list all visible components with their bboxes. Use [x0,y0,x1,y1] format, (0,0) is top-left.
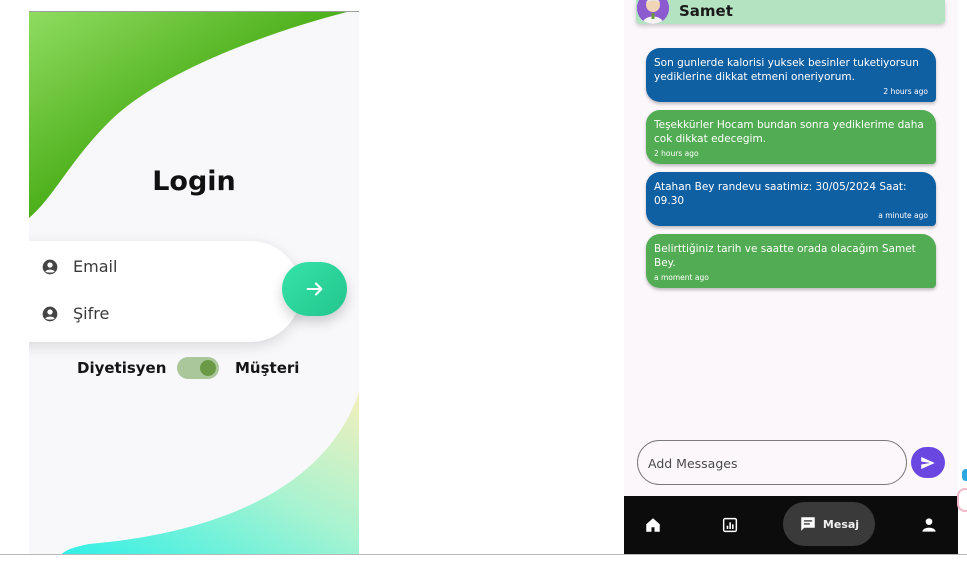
dietitian-option-label: Diyetisyen [77,359,167,377]
bottom-wave [61,392,359,554]
login-title: Login [152,166,236,197]
message-time: 2 hours ago [654,149,699,158]
bottom-navigation: Mesaj [624,496,958,554]
login-submit-button[interactable] [282,262,347,316]
password-field[interactable]: Şifre [42,304,109,323]
message-bubble: Son gunlerde kalorisi yuksek besinler tu… [646,48,936,102]
nav-messages-label: Mesaj [822,517,860,531]
message-time: a moment ago [654,273,709,282]
message-bubble: Teşekkürler Hocam bundan sonra yedikleri… [646,110,936,164]
floating-ring [957,488,967,512]
nav-messages[interactable]: Mesaj [783,502,875,546]
nav-home[interactable] [642,496,664,554]
account-circle-icon [42,306,58,321]
login-form-card: Email Şifre [29,241,301,342]
message-text: Belirttiğiniz tarih ve saatte orada olac… [654,243,916,269]
message-input[interactable] [648,452,888,474]
client-option-label: Müşteri [235,359,300,377]
avatar[interactable] [637,0,669,24]
avatar-illustration [637,0,669,24]
password-label: Şifre [73,304,110,323]
floating-dot [962,469,967,481]
message-time: 2 hours ago [883,87,928,96]
message-time: a minute ago [878,211,928,220]
login-screen: Login Email Şifre Diyetisyen Müşteri [29,11,359,554]
arrow-right-icon [306,282,322,296]
email-field[interactable]: Email [42,257,117,276]
message-bubble: Belirttiğiniz tarih ve saatte orada olac… [646,234,936,288]
contact-name: Samet [679,2,733,20]
message-text: Son gunlerde kalorisi yuksek besinler tu… [654,57,919,83]
chat-icon [801,517,815,531]
chat-screen: Samet Son gunlerde kalorisi yuksek besin… [624,0,958,554]
analytics-icon [722,517,738,533]
nav-profile[interactable] [920,496,938,554]
message-input-container [637,440,907,485]
role-switch-knob [200,360,216,376]
send-button[interactable] [911,447,945,478]
home-icon [646,518,660,532]
role-switch[interactable] [177,357,219,379]
message-text: Atahan Bey randevu saatimiz: 30/05/2024 … [654,181,907,207]
message-text: Teşekkürler Hocam bundan sonra yedikleri… [654,119,924,145]
email-label: Email [73,257,118,276]
person-icon [922,518,936,532]
role-toggle-row: Diyetisyen Müşteri [29,357,359,381]
chat-header: Samet [636,0,945,24]
message-bubble: Atahan Bey randevu saatimiz: 30/05/2024 … [646,172,936,226]
send-icon [921,456,935,469]
nav-analytics[interactable] [720,496,740,554]
account-circle-icon [42,259,58,274]
screenshot-stage: Login Email Şifre Diyetisyen Müşteri Sam… [0,0,967,561]
divider-line [0,554,967,555]
